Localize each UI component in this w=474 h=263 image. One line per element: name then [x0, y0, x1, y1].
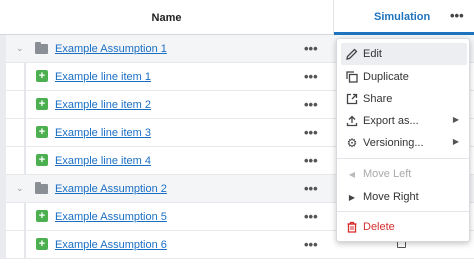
row-indent-rail	[24, 63, 26, 91]
menu-item-share[interactable]: Share	[341, 88, 467, 110]
name-column-header[interactable]: Name	[0, 0, 334, 35]
menu-divider	[337, 158, 469, 159]
row-more-icon[interactable]: •••	[304, 153, 318, 168]
menu-item-move-left[interactable]: ◀ Move Left	[341, 163, 467, 185]
row-label-link[interactable]: Example line item 1	[55, 71, 151, 83]
assumptions-grid: Name Simulation ••• ⌄ Example Assumption…	[0, 0, 474, 263]
row-label-link[interactable]: Example Assumption 2	[55, 183, 167, 195]
row-more-icon[interactable]: •••	[304, 181, 318, 196]
caret-right-icon: ▶	[348, 192, 356, 202]
simulation-column-label: Simulation	[374, 11, 431, 23]
menu-item-delete[interactable]: Delete	[341, 216, 467, 238]
plus-icon: +	[36, 210, 48, 222]
row-indent-rail	[24, 231, 26, 259]
line-item-row[interactable]: + Example Assumption 6 •••	[0, 231, 334, 259]
menu-item-label: Move Right	[363, 191, 419, 203]
menu-item-move-right[interactable]: ▶ Move Right	[341, 186, 467, 208]
column-context-menu: Edit Duplicate Share Export as... ▶ ⚙ Ve…	[336, 38, 470, 242]
menu-item-label: Delete	[363, 221, 395, 233]
menu-item-label: Edit	[363, 48, 382, 60]
plus-icon: +	[36, 154, 48, 166]
row-label-link[interactable]: Example line item 4	[55, 155, 151, 167]
row-label-link[interactable]: Example line item 2	[55, 99, 151, 111]
row-indent-rail	[24, 147, 26, 175]
row-more-icon[interactable]: •••	[304, 237, 318, 252]
row-rail	[0, 231, 6, 259]
plus-icon: +	[36, 98, 48, 110]
menu-item-versioning[interactable]: ⚙ Versioning... ▶	[341, 132, 467, 154]
copy-icon	[345, 70, 359, 84]
row-more-icon[interactable]: •••	[304, 41, 318, 56]
row-more-icon[interactable]: •••	[304, 97, 318, 112]
plus-icon: +	[36, 70, 48, 82]
row-indent-rail	[24, 203, 26, 231]
row-label-link[interactable]: Example Assumption 6	[55, 239, 167, 251]
row-rail	[0, 91, 6, 119]
plus-icon: +	[36, 238, 48, 250]
line-item-row[interactable]: + Example line item 2 •••	[0, 91, 334, 119]
row-rail	[0, 203, 6, 231]
simulation-column-header[interactable]: Simulation •••	[334, 0, 474, 35]
trash-icon	[345, 220, 359, 234]
menu-item-edit[interactable]: Edit	[341, 43, 467, 65]
menu-item-export[interactable]: Export as... ▶	[341, 110, 467, 132]
menu-divider	[337, 211, 469, 212]
pencil-icon	[345, 47, 359, 61]
submenu-caret-right-icon: ▶	[452, 137, 459, 146]
chevron-down-icon[interactable]: ⌄	[16, 43, 24, 54]
row-label-link[interactable]: Example Assumption 5	[55, 211, 167, 223]
row-label-link[interactable]: Example Assumption 1	[55, 43, 167, 55]
line-item-row[interactable]: + Example line item 1 •••	[0, 63, 334, 91]
submenu-caret-right-icon: ▶	[452, 115, 459, 124]
row-label-link[interactable]: Example line item 3	[55, 127, 151, 139]
plus-icon: +	[36, 126, 48, 138]
simulation-column-more-icon[interactable]: •••	[450, 8, 464, 23]
menu-item-label: Versioning...	[363, 137, 424, 149]
row-indent-rail	[24, 91, 26, 119]
line-item-row[interactable]: + Example Assumption 5 •••	[0, 203, 334, 231]
grid-header: Name Simulation •••	[0, 0, 474, 35]
upload-icon	[345, 114, 359, 128]
line-item-row[interactable]: + Example line item 4 •••	[0, 147, 334, 175]
folder-icon	[35, 42, 48, 54]
row-more-icon[interactable]: •••	[304, 125, 318, 140]
row-rail	[0, 119, 6, 147]
menu-item-label: Duplicate	[363, 71, 409, 83]
name-column-label: Name	[151, 11, 182, 24]
line-item-row[interactable]: + Example line item 3 •••	[0, 119, 334, 147]
row-indent-rail	[24, 119, 26, 147]
external-link-icon	[345, 92, 359, 106]
row-more-icon[interactable]: •••	[304, 209, 318, 224]
group-row[interactable]: ⌄ Example Assumption 1 •••	[0, 35, 334, 63]
group-row[interactable]: ⌄ Example Assumption 2 •••	[0, 175, 334, 203]
menu-item-label: Share	[363, 93, 393, 105]
menu-item-duplicate[interactable]: Duplicate	[341, 66, 467, 88]
row-rail	[0, 175, 6, 203]
row-rail	[0, 35, 6, 63]
gear-icon: ⚙	[346, 136, 358, 150]
menu-item-label: Export as...	[363, 115, 419, 127]
chevron-down-icon[interactable]: ⌄	[16, 183, 24, 194]
caret-left-icon: ◀	[348, 169, 356, 179]
row-rail	[0, 63, 6, 91]
menu-item-label: Move Left	[363, 168, 412, 180]
folder-icon	[35, 182, 48, 194]
row-more-icon[interactable]: •••	[304, 69, 318, 84]
row-rail	[0, 147, 6, 175]
